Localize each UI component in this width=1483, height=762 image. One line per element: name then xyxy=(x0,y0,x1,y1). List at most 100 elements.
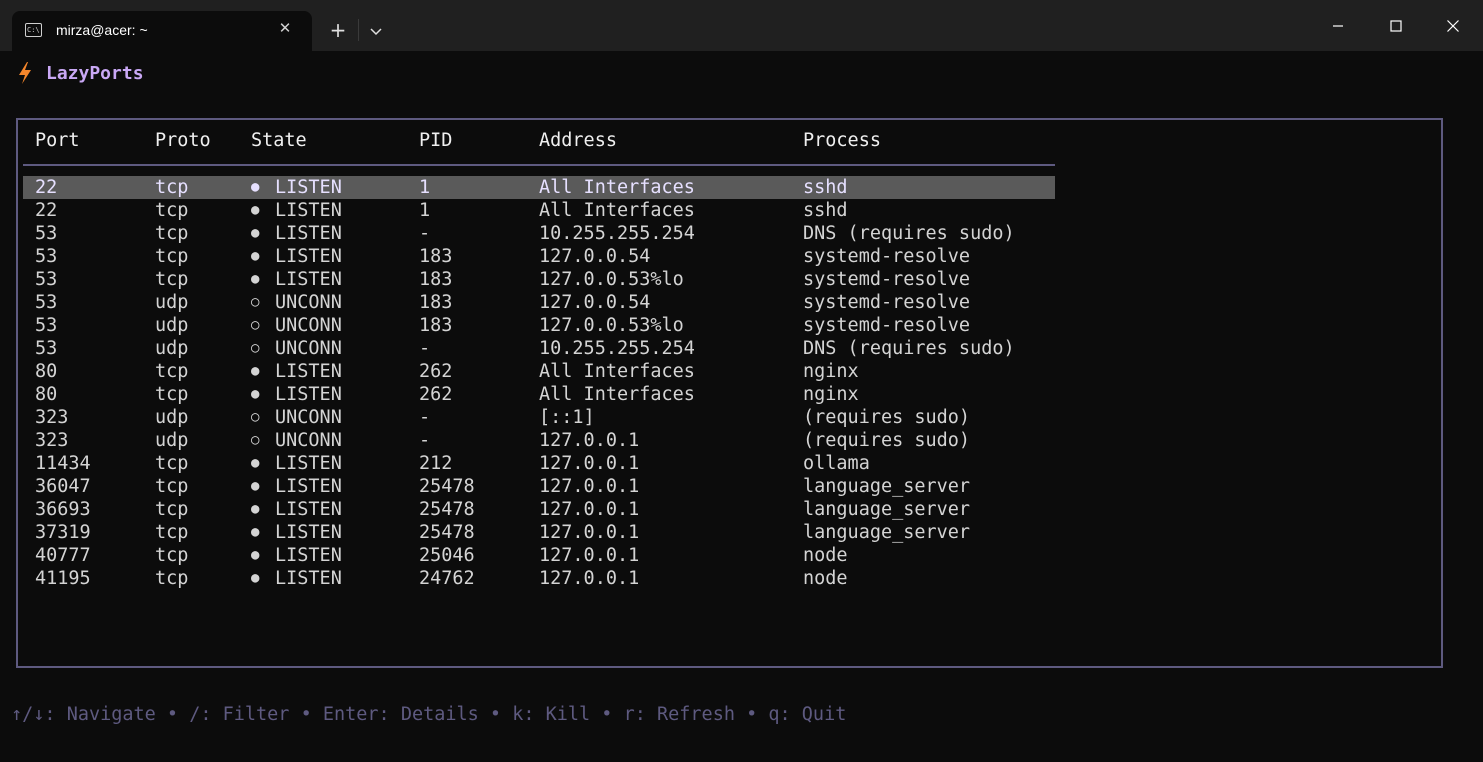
cell-address: All Interfaces xyxy=(539,176,695,199)
table-row[interactable]: 22tcp●LISTEN1All Interfacessshd xyxy=(23,199,1055,222)
table-row[interactable]: 323udp○UNCONN-[::1](requires sudo) xyxy=(23,406,1055,429)
column-header-address[interactable]: Address xyxy=(539,130,617,151)
cell-process: systemd-resolve xyxy=(803,291,970,314)
state-dot-icon: ○ xyxy=(251,406,259,429)
cell-pid: 262 xyxy=(419,383,452,406)
cell-process: node xyxy=(803,544,848,567)
cell-state: UNCONN xyxy=(275,314,342,337)
cell-port: 323 xyxy=(35,406,68,429)
close-tab-icon[interactable]: ✕ xyxy=(275,18,295,38)
column-header-process[interactable]: Process xyxy=(803,130,881,151)
column-header-state[interactable]: State xyxy=(251,130,307,151)
cell-port: 53 xyxy=(35,268,57,291)
column-header-proto[interactable]: Proto xyxy=(155,130,211,151)
cell-address: All Interfaces xyxy=(539,199,695,222)
lightning-bolt-icon xyxy=(17,62,33,84)
cell-proto: tcp xyxy=(155,475,188,498)
cell-pid: 25478 xyxy=(419,475,475,498)
table-row[interactable]: 53udp○UNCONN-10.255.255.254DNS (requires… xyxy=(23,337,1055,360)
cell-proto: tcp xyxy=(155,245,188,268)
cell-address: 127.0.0.1 xyxy=(539,429,639,452)
table-row[interactable]: 53udp○UNCONN183127.0.0.54systemd-resolve xyxy=(23,291,1055,314)
cell-process: node xyxy=(803,567,848,590)
cell-state: LISTEN xyxy=(275,475,342,498)
column-header-pid[interactable]: PID xyxy=(419,130,452,151)
cell-pid: - xyxy=(419,406,430,429)
cell-address: 127.0.0.54 xyxy=(539,291,650,314)
cell-address: All Interfaces xyxy=(539,360,695,383)
cell-pid: - xyxy=(419,429,430,452)
close-window-button[interactable] xyxy=(1439,12,1467,40)
state-dot-icon: ● xyxy=(251,176,259,199)
cell-process: ollama xyxy=(803,452,870,475)
cell-state: LISTEN xyxy=(275,245,342,268)
table-row[interactable]: 40777tcp●LISTEN25046127.0.0.1node xyxy=(23,544,1055,567)
cell-port: 37319 xyxy=(35,521,91,544)
new-tab-button[interactable]: + xyxy=(326,18,350,42)
keybindings-help: ↑/↓: Navigate • /: Filter • Enter: Detai… xyxy=(11,704,846,725)
table-row[interactable]: 323udp○UNCONN-127.0.0.1(requires sudo) xyxy=(23,429,1055,452)
cell-process: systemd-resolve xyxy=(803,314,970,337)
terminal-tab[interactable]: C:\ mirza@acer: ~ ✕ xyxy=(12,11,312,51)
tab-title: mirza@acer: ~ xyxy=(56,22,148,38)
cell-proto: udp xyxy=(155,406,188,429)
cell-state: LISTEN xyxy=(275,521,342,544)
cell-proto: udp xyxy=(155,429,188,452)
table-row[interactable]: 53tcp●LISTEN-10.255.255.254DNS (requires… xyxy=(23,222,1055,245)
column-header-port[interactable]: Port xyxy=(35,130,80,151)
cell-address: All Interfaces xyxy=(539,383,695,406)
maximize-button[interactable] xyxy=(1382,12,1410,40)
cell-state: LISTEN xyxy=(275,383,342,406)
table-row[interactable]: 53tcp●LISTEN183127.0.0.53%losystemd-reso… xyxy=(23,268,1055,291)
cell-process: sshd xyxy=(803,176,848,199)
cell-process: sshd xyxy=(803,199,848,222)
cell-address: 127.0.0.1 xyxy=(539,521,639,544)
minimize-button[interactable] xyxy=(1324,12,1352,40)
table-row[interactable]: 80tcp●LISTEN262All Interfacesnginx xyxy=(23,383,1055,406)
cell-address: 10.255.255.254 xyxy=(539,222,695,245)
state-dot-icon: ● xyxy=(251,222,259,245)
state-dot-icon: ● xyxy=(251,544,259,567)
state-dot-icon: ● xyxy=(251,245,259,268)
tab-divider xyxy=(358,19,359,41)
table-row[interactable]: 80tcp●LISTEN262All Interfacesnginx xyxy=(23,360,1055,383)
cell-state: LISTEN xyxy=(275,199,342,222)
cell-pid: 262 xyxy=(419,360,452,383)
table-row[interactable]: 36693tcp●LISTEN25478127.0.0.1language_se… xyxy=(23,498,1055,521)
cell-process: nginx xyxy=(803,360,859,383)
cell-proto: udp xyxy=(155,314,188,337)
table-row[interactable]: 37319tcp●LISTEN25478127.0.0.1language_se… xyxy=(23,521,1055,544)
cell-state: UNCONN xyxy=(275,291,342,314)
state-dot-icon: ● xyxy=(251,360,259,383)
state-dot-icon: ● xyxy=(251,521,259,544)
cell-pid: 25478 xyxy=(419,498,475,521)
cell-proto: tcp xyxy=(155,222,188,245)
table-row[interactable]: 53 tcp ● LISTEN 183 127.0.0.54 systemd-resolve xyxy=(23,245,1055,268)
chevron-down-icon[interactable] xyxy=(364,19,388,43)
cell-pid: - xyxy=(419,222,430,245)
cell-pid: 183 xyxy=(419,245,452,268)
cell-state: LISTEN xyxy=(275,268,342,291)
table-row[interactable]: 36047tcp●LISTEN25478127.0.0.1language_se… xyxy=(23,475,1055,498)
cell-address: 127.0.0.1 xyxy=(539,567,639,590)
cell-process: DNS (requires sudo) xyxy=(803,337,1015,360)
state-dot-icon: ● xyxy=(251,475,259,498)
window-titlebar: C:\ mirza@acer: ~ ✕ + xyxy=(0,0,1483,51)
table-row[interactable]: 53udp○UNCONN183127.0.0.53%losystemd-reso… xyxy=(23,314,1055,337)
cell-port: 53 xyxy=(35,245,57,268)
cell-port: 80 xyxy=(35,360,57,383)
cell-port: 53 xyxy=(35,337,57,360)
cell-process: systemd-resolve xyxy=(803,245,970,268)
cell-pid: 183 xyxy=(419,291,452,314)
cell-address: 127.0.0.53%lo xyxy=(539,314,684,337)
table-row[interactable]: 11434tcp●LISTEN212127.0.0.1ollama xyxy=(23,452,1055,475)
cell-proto: tcp xyxy=(155,176,188,199)
cell-port: 41195 xyxy=(35,567,91,590)
cell-address: 127.0.0.54 xyxy=(539,245,650,268)
cell-address: 127.0.0.1 xyxy=(539,544,639,567)
cell-process: DNS (requires sudo) xyxy=(803,222,1015,245)
cell-port: 22 xyxy=(35,199,57,222)
table-row[interactable]: 41195tcp●LISTEN24762127.0.0.1node xyxy=(23,567,1055,590)
table-row-selected[interactable]: 22tcp●LISTEN1All Interfacessshd xyxy=(23,176,1055,199)
cell-pid: 25046 xyxy=(419,544,475,567)
